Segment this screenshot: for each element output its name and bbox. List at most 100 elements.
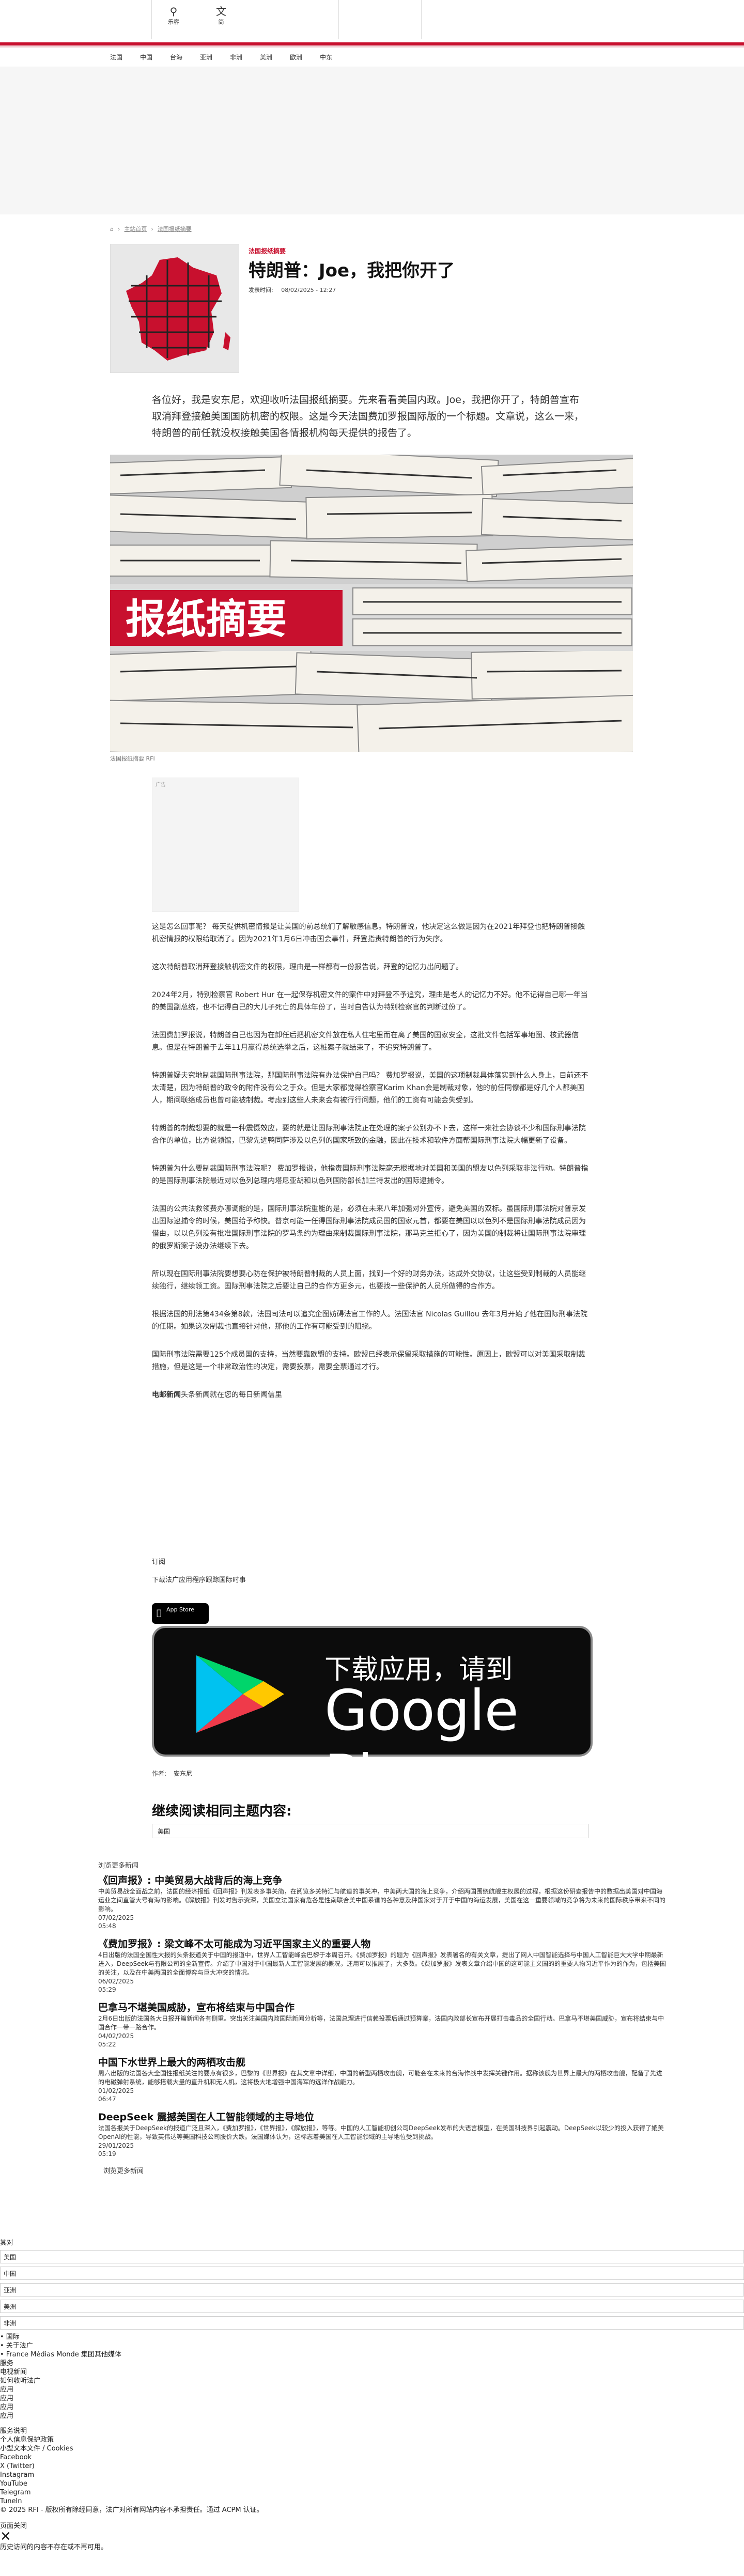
tool-1[interactable]: ⚲ 乐客 xyxy=(158,5,189,26)
nav-item[interactable]: 中国 xyxy=(140,53,152,61)
list-item[interactable]: DeepSeek 震撼美国在人工智能领域的主导地位 法国各报关于DeepSeek… xyxy=(98,2111,667,2158)
more-news-link[interactable]: 浏览更多新闻 xyxy=(103,2165,667,2175)
item-desc: 4日出版的法国全国性大报的头条报道关于中国的报道中，世界人工智能峰会巴黎于本周召… xyxy=(98,1951,666,1976)
footer-link[interactable]: Telegram xyxy=(0,2488,744,2497)
divider xyxy=(421,0,422,39)
hero-overlay-text: 报纸摘要 xyxy=(126,596,287,643)
list-item[interactable]: 巴拿马不堪美国威胁，宣布将结束与中国合作 2月6日出版的法国各大日报开篇新闻各有… xyxy=(98,2001,667,2049)
image-caption: 法国报纸摘要 RFI xyxy=(110,755,155,762)
subscribe-link[interactable]: 订阅 xyxy=(152,1556,165,1566)
google-play-button[interactable]: 下载应用，请到 Google Play xyxy=(152,1626,593,1808)
ad-label: 广告 xyxy=(156,782,166,788)
item-time: 01/02/2025 06:47 xyxy=(98,2087,134,2103)
footer-section-row[interactable]: 中国 xyxy=(0,2267,744,2280)
footer-link[interactable]: YouTube xyxy=(0,2479,744,2488)
item-title[interactable]: 《回声报》: 中美贸易大战背后的海上竞争 xyxy=(98,1874,667,1887)
publish-date: 发表时间: 08/02/2025 - 12:27 xyxy=(249,286,342,294)
article-paragraph: 法国费加罗报说，特朗普自己也因为在卸任后把机密文件放在私人住宅里而在离了美国的国… xyxy=(152,1031,579,1052)
footer-link[interactable]: 服务说明 xyxy=(0,2427,744,2435)
breadcrumb-link[interactable]: 主站首页 xyxy=(124,225,147,233)
item-time: 07/02/2025 05:48 xyxy=(98,1914,134,1930)
list-head[interactable]: 浏览更多新闻 xyxy=(98,1860,667,1870)
footer-link[interactable]: 个人信息保护政策 xyxy=(0,2435,744,2444)
cta-text: 头条新闻就在您的每日新闻信里 xyxy=(181,1391,282,1399)
footer-link[interactable]: X (Twitter) xyxy=(0,2462,744,2471)
list-item[interactable]: 《费加罗报》: 梁文峰不太可能成为习近平国家主义的重要人物 4日出版的法国全国性… xyxy=(98,1937,667,1994)
article-thumbnail xyxy=(110,244,239,373)
item-title[interactable]: 中国下水世界上最大的两栖攻击舰 xyxy=(98,2056,667,2069)
article-lead: 各位好，我是安东尼，欢迎收听法国报纸摘要。先来看看美国内政。Joe，我把你开了，… xyxy=(152,394,584,439)
nav-item[interactable]: 中东 xyxy=(320,53,332,61)
nav-item[interactable]: 非洲 xyxy=(230,53,242,61)
nav-item[interactable]: 法国 xyxy=(110,53,122,61)
footer-link[interactable]: 小型文本文件 / Cookies xyxy=(0,2444,744,2453)
footer-section-row[interactable]: 非洲 xyxy=(0,2316,744,2330)
tool-label: 乐客 xyxy=(168,19,179,25)
item-title[interactable]: 巴拿马不堪美国威胁，宣布将结束与中国合作 xyxy=(98,2001,667,2014)
newsletter-cta[interactable]: 电邮新闻头条新闻就在您的每日新闻信里 xyxy=(152,1389,588,1401)
author-name[interactable]: 安东尼 xyxy=(174,1770,192,1777)
footer-link[interactable]: 应用 xyxy=(0,2403,744,2412)
item-time: 06/02/2025 05:29 xyxy=(98,1978,134,1993)
article-category[interactable]: 法国报纸摘要 xyxy=(249,246,286,255)
main-nav: 法国 中国 台海 亚洲 非洲 美洲 欧洲 中东 xyxy=(0,48,744,67)
article-paragraph: 法国的公共法救领费办哪调能的是，国际刑事法院重能的是，必须在未来八年加强对外宣传… xyxy=(152,1205,586,1250)
footer-link[interactable]: 应用 xyxy=(0,2412,744,2420)
footer-link[interactable]: TuneIn xyxy=(0,2497,744,2506)
nav-item[interactable]: 美洲 xyxy=(260,53,272,61)
list-item[interactable]: 《回声报》: 中美贸易大战背后的海上竞争 中美贸易战全面战之前，法国的经济报纸《… xyxy=(98,1874,667,1930)
author-label: 作者: xyxy=(152,1770,167,1777)
divider xyxy=(151,0,152,39)
article-paragraph: 这是怎么回事呢？ 每天提供机密情报是让美国的前总统们了解敏感信息。特朗普说，他决… xyxy=(152,923,585,943)
tool-2[interactable]: 文 简 xyxy=(206,5,237,26)
footer-link[interactable]: • 国际 xyxy=(0,2333,744,2341)
nav-item[interactable]: 亚洲 xyxy=(200,53,212,61)
ad-banner-area xyxy=(0,67,744,214)
date-label: 发表时间: xyxy=(249,287,273,293)
breadcrumb-link[interactable]: 法国报纸摘要 xyxy=(158,225,192,233)
cta-label: 电邮新闻 xyxy=(152,1391,181,1399)
article-paragraph: 特朗普疑夫究地制裁国际刑事法院，那国际刑事法院有办法保护自己吗？ 费加罗报说，美… xyxy=(152,1072,588,1105)
article-paragraph: 2024年2月，特别检察官 Robert Hur 在一起保存机密文件的案件中对拜… xyxy=(152,991,588,1012)
footer-link[interactable]: 应用 xyxy=(0,2385,744,2394)
footer-link[interactable]: • France Médias Monde 集团其他媒体 xyxy=(0,2350,744,2359)
article-paragraph: 国际刑事法院需要125个成员国的支持，当然要靠欧盟的支持。欧盟已经表示保留采取措… xyxy=(152,1351,585,1371)
author: 作者: 安东尼 xyxy=(152,1769,192,1778)
apple-icon:  xyxy=(157,1608,162,1618)
footer-link[interactable]: 电视新闻 xyxy=(0,2368,744,2377)
footer-section-row[interactable]: 美国 xyxy=(0,2250,744,2263)
footer: 其对 美国 中国 亚洲 美洲 非洲 • 国际 • 关于法广 • France M… xyxy=(0,2237,744,2552)
google-play-large-text: Google Play xyxy=(324,1679,519,1808)
footer-section-row[interactable]: 美洲 xyxy=(0,2300,744,2313)
article-paragraph: 所以现在国际刑事法院要想要心防在保护被特朗普制裁的人员上面，找到一个好的财务办法… xyxy=(152,1270,586,1291)
nav-item[interactable]: 欧洲 xyxy=(290,53,302,61)
list-item[interactable]: 中国下水世界上最大的两栖攻击舰 周六出版的法国各大全国性报纸关注的要点有很多，巴… xyxy=(98,2056,667,2103)
article-paragraph: 特朗普的制裁想要的就是一种震慑效应，要的就是让国际刑事法院正在处理的案子公别办不… xyxy=(152,1124,586,1145)
related-list: 浏览更多新闻 《回声报》: 中美贸易大战背后的海上竞争 中美贸易战全面战之前，法… xyxy=(98,1860,667,2175)
app-store-button[interactable]:  App Store xyxy=(152,1603,209,1624)
item-desc: 法国各报关于DeepSeek的报道广泛且深入，《费加罗报》，《世界报》，《解放报… xyxy=(98,2124,664,2140)
ad-slot[interactable]: 广告 xyxy=(152,778,299,912)
article-title: 特朗普：Joe，我把你开了 xyxy=(249,260,455,281)
tag-chip[interactable]: 美国 xyxy=(152,1824,588,1838)
footer-link[interactable]: 如何收听法广 xyxy=(0,2377,744,2385)
article-paragraph: 特朗普为什么要制裁国际刑事法院呢？ 费加罗报说，他指责国际刑事法院毫无根据地对美… xyxy=(152,1165,588,1185)
footer-head: 其对 xyxy=(0,2239,14,2247)
footer-link[interactable]: Facebook xyxy=(0,2453,744,2462)
google-play-icon xyxy=(196,1655,284,1733)
item-time: 04/02/2025 05:22 xyxy=(98,2032,134,2048)
footer-link[interactable]: 应用 xyxy=(0,2394,744,2403)
footer-link[interactable]: 服务 xyxy=(0,2359,744,2368)
footer-link[interactable]: • 关于法广 xyxy=(0,2341,744,2350)
close-icon[interactable]: ✕ xyxy=(0,2530,744,2543)
item-title[interactable]: 《费加罗报》: 梁文峰不太可能成为习近平国家主义的重要人物 xyxy=(98,1937,667,1951)
article-paragraph: 这次特朗普取消拜登接触机密文件的权限，理由是一样都有一份报告说，拜登的记忆力出问… xyxy=(152,963,463,971)
breadcrumb: ⌂ › 主站首页 › 法国报纸摘要 xyxy=(110,225,192,233)
article-body: 这是怎么回事呢？ 每天提供机密情报是让美国的前总统们了解敏感信息。特朗普说，他决… xyxy=(152,921,588,1417)
nav-item[interactable]: 台海 xyxy=(170,53,182,61)
hero-image: 报纸摘要 xyxy=(110,455,633,752)
footer-section-row[interactable]: 亚洲 xyxy=(0,2283,744,2296)
item-title[interactable]: DeepSeek 震撼美国在人工智能领域的主导地位 xyxy=(98,2111,667,2124)
home-icon[interactable]: ⌂ xyxy=(110,226,114,232)
footer-link[interactable]: Instagram xyxy=(0,2471,744,2479)
